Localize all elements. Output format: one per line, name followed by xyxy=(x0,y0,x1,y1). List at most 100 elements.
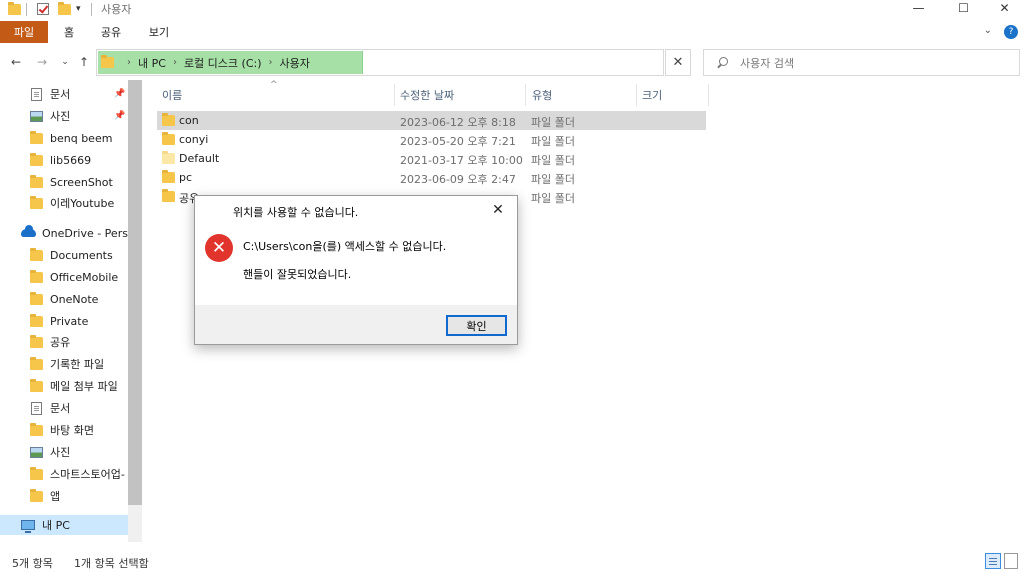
nav-item-label: 앱 xyxy=(50,490,61,503)
nav-item-this-pc[interactable]: 내 PC xyxy=(0,515,128,535)
nav-item-smartstore[interactable]: 스마트스토어업- xyxy=(0,464,128,484)
file-date: 2023-05-20 오후 7:21 xyxy=(400,135,516,148)
folder-icon xyxy=(162,113,175,129)
nav-item-officemobile[interactable]: OfficeMobile xyxy=(0,267,128,287)
nav-item-label: 문서 xyxy=(50,88,71,101)
properties-quick-access-button[interactable] xyxy=(37,1,49,17)
nav-item-label: 공유 xyxy=(50,336,71,349)
customize-toolbar-chevron-icon[interactable]: ▾ xyxy=(76,1,81,17)
tab-file[interactable]: 파일 xyxy=(0,21,48,43)
ok-button[interactable]: 확인 xyxy=(446,315,507,336)
breadcrumb-local-disk[interactable]: 로컬 디스크 (C:) xyxy=(184,55,262,71)
ribbon: 파일 홈 공유 보기 ⌄ ? xyxy=(0,20,1024,45)
ribbon-collapse-chevron-icon[interactable]: ⌄ xyxy=(984,25,992,39)
pictures-icon xyxy=(28,446,44,458)
search-box[interactable]: 사용자 검색 xyxy=(703,49,1020,76)
tab-view[interactable]: 보기 xyxy=(140,21,178,43)
crumb-separator[interactable]: › xyxy=(127,57,131,68)
folder-icon xyxy=(28,356,44,370)
column-header-type[interactable]: 유형 xyxy=(532,84,552,106)
nav-item-label: 메일 첨부 파일 xyxy=(50,380,118,393)
column-divider[interactable] xyxy=(525,84,526,106)
nav-item-shared[interactable]: 공유 xyxy=(0,332,128,352)
column-header-size[interactable]: 크기 xyxy=(642,84,662,106)
folder-icon xyxy=(8,1,21,17)
forward-arrow-icon[interactable]: → xyxy=(34,54,50,70)
nav-item-onedrive-documents[interactable]: Documents xyxy=(0,245,128,265)
new-folder-quick-access-button[interactable] xyxy=(58,1,71,17)
folder-icon xyxy=(28,247,44,261)
nav-item-desktop[interactable]: 바탕 화면 xyxy=(0,420,128,440)
dialog-title: 위치를 사용할 수 없습니다. xyxy=(233,206,359,219)
folder-icon xyxy=(28,313,44,327)
file-name: Default xyxy=(179,152,220,165)
folder-icon xyxy=(28,152,44,166)
back-arrow-icon[interactable]: ← xyxy=(8,54,24,70)
address-bar[interactable]: › 내 PC › 로컬 디스크 (C:) › 사용자 ⌄ xyxy=(96,49,745,76)
clear-address-button[interactable]: ✕ xyxy=(665,49,691,76)
close-window-button[interactable]: ✕ xyxy=(982,0,1024,16)
crumb-separator[interactable]: › xyxy=(269,57,273,68)
nav-item-recorded-files[interactable]: 기록한 파일 xyxy=(0,354,128,374)
folder-icon xyxy=(28,291,44,305)
navigation-scrollbar-thumb[interactable] xyxy=(128,80,142,505)
search-input[interactable]: 사용자 검색 xyxy=(740,55,794,71)
nav-item-screenshot[interactable]: ScreenShot xyxy=(0,172,128,192)
nav-item-label: 사진 xyxy=(50,110,71,123)
nav-item-label: ScreenShot xyxy=(50,175,113,189)
column-header-name[interactable]: 이름 xyxy=(162,84,182,106)
folder-icon xyxy=(162,132,175,148)
nav-item-documents-pinned[interactable]: 문서 📌 xyxy=(0,84,128,104)
file-type: 파일 폴더 xyxy=(531,135,575,148)
file-type: 파일 폴더 xyxy=(531,173,575,186)
details-view-button[interactable] xyxy=(985,553,1001,569)
nav-item-apps[interactable]: 앱 xyxy=(0,486,128,506)
file-type: 파일 폴더 xyxy=(531,192,575,205)
maximize-button[interactable]: ☐ xyxy=(941,0,986,16)
column-divider[interactable] xyxy=(394,84,395,106)
help-icon[interactable]: ? xyxy=(1004,25,1018,39)
large-icons-view-button[interactable] xyxy=(1004,553,1018,569)
crumb-separator[interactable]: › xyxy=(173,57,177,68)
file-row-pc[interactable]: pc 2023-06-09 오후 2:47 파일 폴더 xyxy=(157,168,706,187)
nav-item-benq-beem[interactable]: benq beem xyxy=(0,128,128,148)
nav-item-label: OneNote xyxy=(50,292,99,306)
column-header-date-modified[interactable]: 수정한 날짜 xyxy=(400,84,454,106)
nav-item-onedrive[interactable]: OneDrive - Person xyxy=(0,223,128,243)
nav-item-label: 문서 xyxy=(50,402,71,415)
pc-icon xyxy=(20,520,36,533)
file-row-default[interactable]: Default 2021-03-17 오후 10:00 파일 폴더 xyxy=(157,149,706,168)
nav-item-label: 사진 xyxy=(50,446,71,459)
nav-item-private[interactable]: Private xyxy=(0,311,128,331)
nav-item-pictures-pinned[interactable]: 사진 📌 xyxy=(0,106,128,126)
dialog-close-button[interactable]: ✕ xyxy=(485,198,511,222)
pictures-icon xyxy=(28,110,44,122)
column-divider[interactable] xyxy=(636,84,637,106)
onedrive-icon xyxy=(20,225,36,237)
nav-item-label: 기록한 파일 xyxy=(50,358,105,371)
folder-icon xyxy=(162,170,175,186)
nav-item-onedrive-pictures[interactable]: 사진 xyxy=(0,442,128,462)
file-row-conyi[interactable]: conyi 2023-05-20 오후 7:21 파일 폴더 xyxy=(157,130,706,149)
up-arrow-icon[interactable]: ↑ xyxy=(76,54,92,70)
breadcrumb-this-pc[interactable]: 내 PC xyxy=(138,55,166,71)
nav-item-onenote[interactable]: OneNote xyxy=(0,289,128,309)
tab-share[interactable]: 공유 xyxy=(92,21,130,43)
column-divider[interactable] xyxy=(708,84,709,106)
nav-item-lib5669[interactable]: lib5669 xyxy=(0,150,128,170)
file-row-con[interactable]: con 2023-06-12 오후 8:18 파일 폴더 xyxy=(157,111,706,130)
nav-item-ire-youtube[interactable]: 이레Youtube xyxy=(0,193,128,213)
recent-locations-chevron-icon[interactable]: ⌄ xyxy=(57,54,73,70)
nav-item-onedrive-documents-kr[interactable]: 문서 xyxy=(0,398,128,418)
file-type: 파일 폴더 xyxy=(531,116,575,129)
separator xyxy=(26,1,27,17)
nav-item-mail-attachments[interactable]: 메일 첨부 파일 xyxy=(0,376,128,396)
minimize-button[interactable]: — xyxy=(896,0,941,16)
navigation-bar: ← → ⌄ ↑ › 내 PC › 로컬 디스크 (C:) › 사용자 ⌄ ✕ 사… xyxy=(0,48,1024,78)
nav-item-label: Documents xyxy=(50,248,113,262)
tab-home[interactable]: 홈 xyxy=(52,21,86,43)
nav-item-label: OfficeMobile xyxy=(50,270,119,284)
pin-icon: 📌 xyxy=(114,111,126,121)
nav-item-label: OneDrive - Person xyxy=(42,226,128,240)
breadcrumb-users[interactable]: 사용자 xyxy=(280,55,310,71)
